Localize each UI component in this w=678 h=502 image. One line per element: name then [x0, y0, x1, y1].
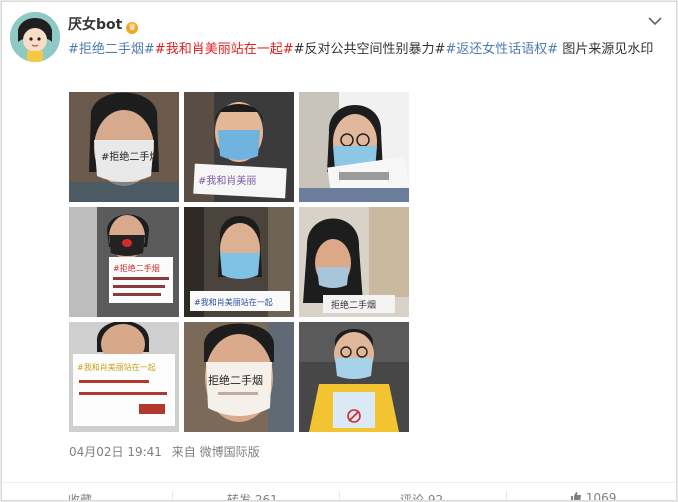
post-source: 来自 微博国际版: [171, 445, 260, 459]
photo-sign-text: #拒绝二手烟: [101, 150, 159, 163]
photo-sign-text: #我和肖美丽站在一起: [194, 297, 273, 307]
thumbs-up-icon: [571, 492, 581, 500]
photo-image: #我和肖美丽: [184, 92, 294, 202]
photo-sign-text: #我和肖美丽: [198, 174, 256, 187]
hashtag-link[interactable]: #我和肖美丽站在一起#: [155, 42, 294, 57]
photo-image: [299, 322, 409, 432]
like-button[interactable]: 1069: [570, 491, 617, 501]
post-content: #拒绝二手烟##我和肖美丽站在一起##反对公共空间性别暴力##返还女性话语权# …: [68, 37, 658, 63]
photo-thumbnail[interactable]: #我和肖美丽: [184, 92, 294, 202]
photo-thumbnail[interactable]: #我和肖美丽站在一起: [69, 322, 179, 432]
photo-thumbnail[interactable]: [299, 92, 409, 202]
like-count: 1069: [585, 491, 617, 501]
photo-image: #拒绝二手烟: [69, 92, 179, 202]
weibo-post-card: 厌女bot ♛ #拒绝二手烟##我和肖美丽站在一起##反对公共空间性别暴力##返还…: [1, 1, 677, 501]
action-bar: 收藏 转发 261 评论 92 1069: [2, 482, 676, 501]
hashtag-text: #反对公共空间性别暴力#: [293, 42, 446, 57]
photo-thumbnail[interactable]: 拒绝二手烟: [184, 322, 294, 432]
username[interactable]: 厌女bot ♛: [68, 14, 139, 34]
photo-sign-text: 拒绝二手烟: [331, 299, 376, 311]
photo-sign-text: #拒绝二手烟: [113, 263, 160, 273]
hashtag-link[interactable]: #拒绝二手烟#: [68, 42, 155, 57]
divider: [506, 491, 507, 500]
photo-thumbnail[interactable]: 拒绝二手烟: [299, 207, 409, 317]
photo-image: #我和肖美丽站在一起: [184, 207, 294, 317]
photo-thumbnail[interactable]: #拒绝二手烟: [69, 207, 179, 317]
photo-image: [299, 92, 409, 202]
photo-sign-text: 拒绝二手烟: [208, 373, 263, 387]
avatar-image: [10, 12, 60, 62]
caption-text: 图片来源见水印: [558, 42, 654, 57]
photo-thumbnail[interactable]: #我和肖美丽站在一起: [184, 207, 294, 317]
post-timestamp[interactable]: 04月02日 19:41: [69, 445, 162, 459]
crown-icon: ♛: [126, 22, 139, 34]
photo-thumbnail[interactable]: [299, 322, 409, 432]
repost-button[interactable]: 转发 261: [227, 491, 278, 500]
chevron-down-icon[interactable]: [648, 16, 662, 26]
username-text: 厌女bot: [68, 17, 123, 33]
comment-button[interactable]: 评论 92: [400, 491, 443, 500]
avatar[interactable]: [10, 12, 60, 62]
photo-image: #拒绝二手烟: [69, 207, 179, 317]
divider: [172, 491, 173, 500]
photo-image: 拒绝二手烟: [299, 207, 409, 317]
favorite-button[interactable]: 收藏: [68, 491, 92, 500]
divider: [339, 491, 340, 500]
hashtag-link[interactable]: #返还女性话语权#: [445, 42, 558, 57]
photo-thumbnail[interactable]: #拒绝二手烟: [69, 92, 179, 202]
photo-sign-text: #我和肖美丽站在一起: [77, 362, 156, 372]
photo-grid: #拒绝二手烟 #我和肖美丽 #拒绝二手烟 #我和肖美丽站在一起 拒绝二手烟 #我…: [69, 92, 409, 432]
photo-image: 拒绝二手烟: [184, 322, 294, 432]
photo-image: #我和肖美丽站在一起: [69, 322, 179, 432]
post-meta: 04月02日 19:41 来自 微博国际版: [69, 443, 260, 460]
